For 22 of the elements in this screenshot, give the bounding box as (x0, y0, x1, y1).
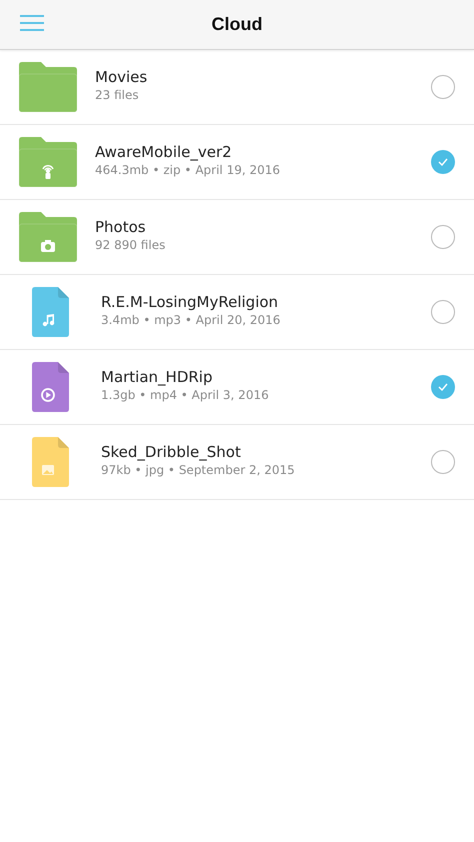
select-checkbox[interactable] (431, 375, 455, 399)
file-details: 1.3gb • mp4 • April 3, 2016 (101, 388, 269, 402)
checkmark-icon (438, 158, 448, 166)
file-name: Sked_Dribble_Shot (101, 443, 241, 461)
file-details: 3.4mb • mp3 • April 20, 2016 (101, 313, 280, 327)
file-name: Photos (95, 218, 146, 236)
select-checkbox[interactable] (431, 450, 455, 474)
screen-title: Cloud (212, 14, 262, 35)
file-details: 23 files (95, 88, 139, 102)
file-details: 92 890 files (95, 238, 166, 252)
select-checkbox[interactable] (431, 225, 455, 249)
select-checkbox[interactable] (431, 150, 455, 174)
menu-icon (19, 13, 45, 33)
file-name: R.E.M-LosingMyReligion (101, 293, 278, 311)
file-name: Movies (95, 68, 148, 86)
select-checkbox[interactable] (431, 75, 455, 99)
checkmark-icon (438, 383, 448, 391)
file-details: 464.3mb • zip • April 19, 2016 (95, 163, 280, 177)
file-name: AwareMobile_ver2 (95, 143, 232, 161)
file-name: Martian_HDRip (101, 368, 212, 386)
select-checkbox[interactable] (431, 300, 455, 324)
file-details: 97kb • jpg • September 2, 2015 (101, 463, 295, 477)
